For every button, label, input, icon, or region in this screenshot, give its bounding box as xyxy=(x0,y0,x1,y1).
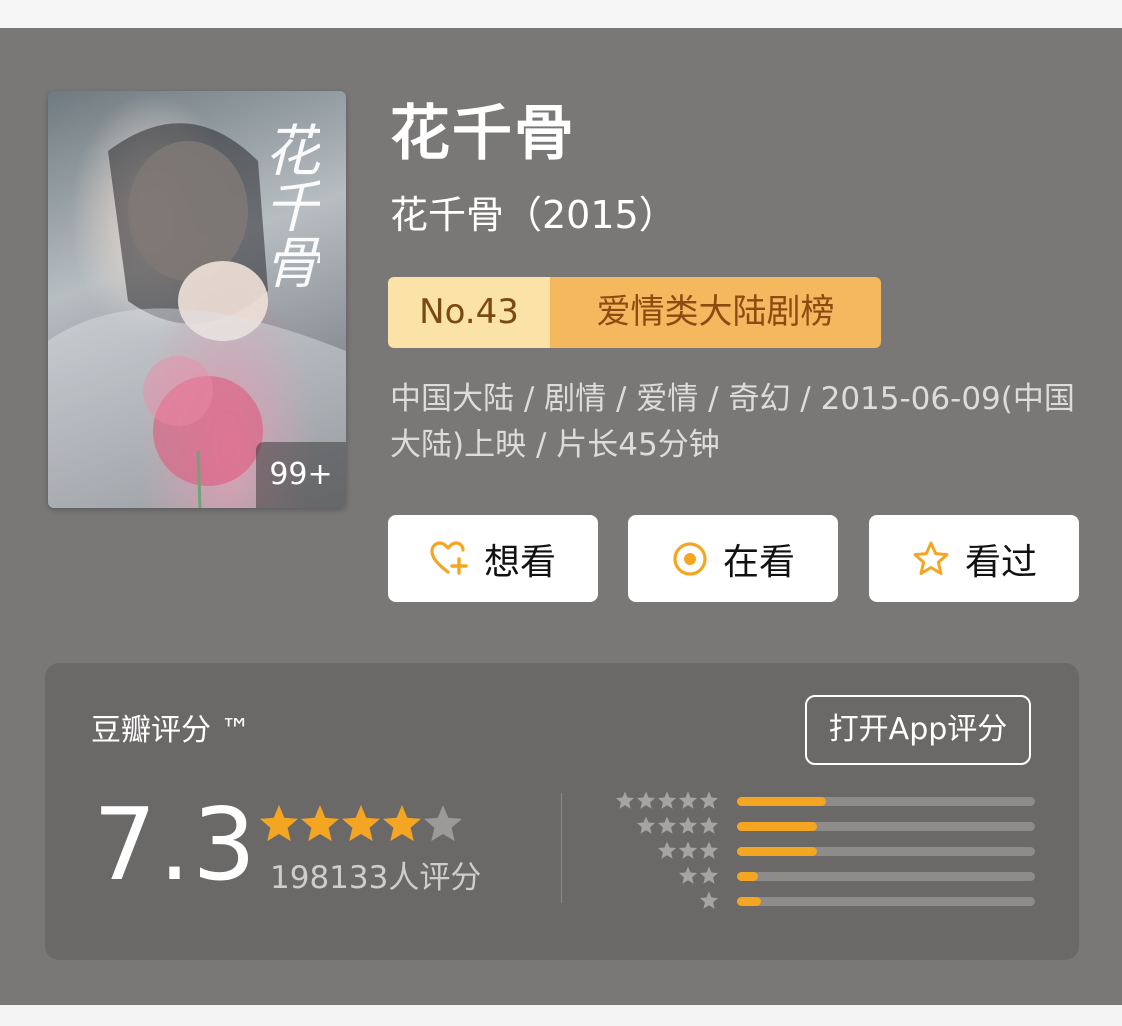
rating-count: 198133人评分 xyxy=(270,860,482,896)
distribution-bar-fill xyxy=(737,797,827,806)
watching-button[interactable]: 在看 xyxy=(628,515,838,602)
distribution-row xyxy=(615,890,1035,912)
small-star-icon xyxy=(636,816,656,834)
small-star-icon xyxy=(699,866,719,884)
target-circle-icon xyxy=(673,541,707,576)
small-star-icon xyxy=(678,816,698,834)
distribution-row xyxy=(615,865,1035,887)
distribution-bar-track xyxy=(737,872,1035,881)
distribution-bar-track xyxy=(737,822,1035,831)
page-title: 花千骨 xyxy=(390,99,576,169)
meta-info: 中国大陆 / 剧情 / 爱情 / 奇幻 / 2015-06-09(中国大陆)上映… xyxy=(390,381,1075,463)
top-strip xyxy=(0,0,1122,28)
distribution-bar-fill xyxy=(737,822,818,831)
distribution-bar-fill xyxy=(737,847,818,856)
distribution-stars xyxy=(657,841,719,859)
distribution-stars xyxy=(678,866,719,884)
distribution-bar-track xyxy=(737,897,1035,906)
small-star-icon xyxy=(699,841,719,859)
seen-label: 看过 xyxy=(964,541,1037,583)
small-star-icon xyxy=(699,791,719,809)
poster-image[interactable]: 花千骨 99+ xyxy=(48,91,346,508)
distribution-stars xyxy=(636,816,719,834)
rating-card: 豆瓣评分 ™ 打开App评分 7.3 198133人评分 xyxy=(45,663,1079,960)
distribution-bar-fill xyxy=(737,872,758,881)
small-star-icon xyxy=(636,791,656,809)
small-star-icon xyxy=(657,841,677,859)
small-star-icon xyxy=(678,791,698,809)
distribution-stars xyxy=(615,791,719,809)
want-label: 想看 xyxy=(483,541,556,583)
small-star-icon xyxy=(699,816,719,834)
watching-label: 在看 xyxy=(722,541,795,583)
subtitle: 花千骨（2015） xyxy=(390,193,677,237)
small-star-icon xyxy=(678,841,698,859)
distribution-bar-fill xyxy=(737,897,761,906)
star-filled-icon xyxy=(382,805,422,842)
star-filled-icon xyxy=(259,805,299,842)
seen-button[interactable]: 看过 xyxy=(869,515,1079,602)
rank-number: No.43 xyxy=(388,277,550,348)
poster-calligraphy: 花千骨 xyxy=(255,121,320,289)
star-outline-icon xyxy=(913,541,949,575)
star-filled-icon xyxy=(341,805,381,842)
small-star-icon xyxy=(657,816,677,834)
distribution-row xyxy=(615,790,1035,812)
bottom-strip xyxy=(0,1005,1122,1026)
distribution-row xyxy=(615,815,1035,837)
distribution-row xyxy=(615,840,1035,862)
heart-plus-icon xyxy=(430,540,468,575)
rank-badge[interactable]: No.43 爱情类大陆剧榜 xyxy=(388,277,881,348)
distribution-stars xyxy=(699,891,719,909)
distribution-bar-track xyxy=(737,797,1035,806)
star-filled-icon xyxy=(300,805,340,842)
distribution-bar-track xyxy=(737,847,1035,856)
rating-score: 7.3 xyxy=(93,786,259,903)
small-star-icon xyxy=(678,866,698,884)
star-empty-icon xyxy=(423,805,463,842)
rank-category: 爱情类大陆剧榜 xyxy=(550,277,881,348)
rating-label: 豆瓣评分 ™ xyxy=(91,713,251,748)
small-star-icon xyxy=(615,791,635,809)
small-star-icon xyxy=(699,891,719,909)
rating-stars xyxy=(257,801,467,849)
poster-badge: 99+ xyxy=(256,442,346,508)
small-star-icon xyxy=(657,791,677,809)
open-app-rate-button[interactable]: 打开App评分 xyxy=(805,695,1031,765)
want-to-watch-button[interactable]: 想看 xyxy=(388,515,598,602)
divider xyxy=(561,793,562,903)
